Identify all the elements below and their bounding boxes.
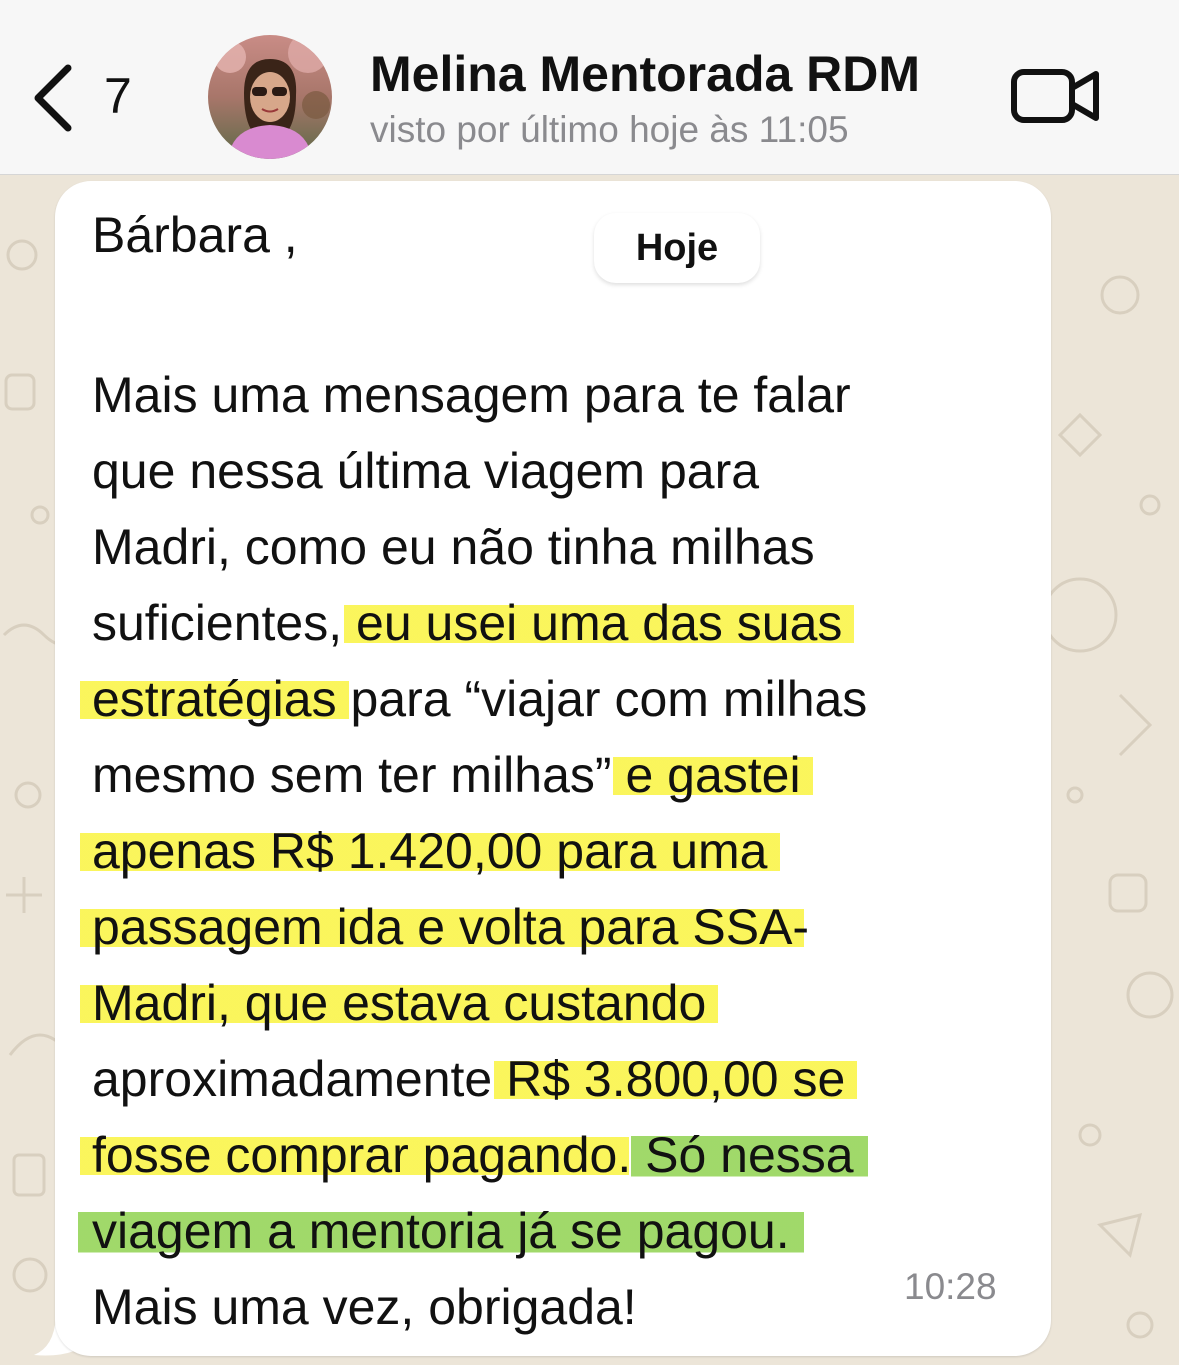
message-line: mesmo sem ter milhas” e gastei xyxy=(92,737,1022,813)
message-line: viagem a mentoria já se pagou. xyxy=(78,1193,1022,1269)
line-text: aproximadamente xyxy=(92,1051,507,1107)
back-button[interactable] xyxy=(30,62,80,134)
line-text: Mais uma mensagem para te falar xyxy=(92,367,851,423)
chat-header: 7 Melina Mentorada RDM visto por último … xyxy=(0,0,1179,175)
yellow-highlight: passagem ida e volta para SSA xyxy=(80,899,805,955)
line-text: - xyxy=(792,899,810,955)
message-line: suficientes, eu usei uma das suas xyxy=(92,585,1022,661)
message-greeting: Bárbara , xyxy=(92,207,298,263)
chevron-left-icon xyxy=(34,64,72,132)
line-text: Mais uma vez, obrigada! xyxy=(92,1279,637,1335)
video-call-button[interactable] xyxy=(1010,66,1102,126)
message-line: fosse comprar pagando. Só nessa xyxy=(80,1117,1022,1193)
message-line: aproximadamente R$ 3.800,00 se xyxy=(92,1041,1022,1117)
message-line: estratégias para “viajar com milhas xyxy=(80,661,1022,737)
line-text: para “viajar com milhas xyxy=(336,671,868,727)
message-line: Madri, que estava custando xyxy=(80,965,1022,1041)
message-line: Mais uma vez, obrigada! xyxy=(92,1269,1022,1345)
message-line: apenas R$ 1.420,00 para uma xyxy=(80,813,1022,889)
last-seen-status: visto por último hoje às 11:05 xyxy=(370,109,849,150)
video-camera-icon xyxy=(1011,69,1099,123)
yellow-highlight: Madri, que estava custando xyxy=(80,975,719,1031)
yellow-highlight: R$ 3.800,00 se xyxy=(494,1051,858,1107)
line-text: Madri, como eu não tinha milhas xyxy=(92,519,815,575)
yellow-highlight: eu usei uma das suas xyxy=(344,595,855,651)
message-line: que nessa última viagem para xyxy=(92,433,1022,509)
date-separator: Hoje xyxy=(594,213,760,283)
line-text: mesmo sem ter milhas” xyxy=(92,747,626,803)
green-highlight: Só nessa xyxy=(631,1127,868,1183)
yellow-highlight: estratégias xyxy=(80,671,349,727)
message-line: passagem ida e volta para SSA- xyxy=(80,889,1022,965)
contact-name[interactable]: Melina Mentorada RDM xyxy=(370,44,920,104)
line-text: que nessa última viagem para xyxy=(92,443,760,499)
contact-avatar[interactable] xyxy=(208,35,332,159)
message-line: Madri, como eu não tinha milhas xyxy=(92,509,1022,585)
message-time: 10:28 xyxy=(904,1266,997,1307)
message-line: Mais uma mensagem para te falar xyxy=(92,357,1022,433)
line-text: suficientes, xyxy=(92,595,357,651)
chat-area[interactable]: Bárbara , Hoje Mais uma mensagem para te… xyxy=(0,175,1179,1365)
message-text: Mais uma mensagem para te falar que ness… xyxy=(78,357,1022,1345)
yellow-highlight: apenas R$ 1.420,00 para uma xyxy=(80,823,780,879)
unread-count[interactable]: 7 xyxy=(104,66,132,126)
yellow-highlight: e gastei xyxy=(613,747,813,803)
green-highlight: viagem a mentoria já se pagou. xyxy=(78,1203,804,1259)
yellow-highlight: fosse comprar pagando xyxy=(80,1127,630,1183)
